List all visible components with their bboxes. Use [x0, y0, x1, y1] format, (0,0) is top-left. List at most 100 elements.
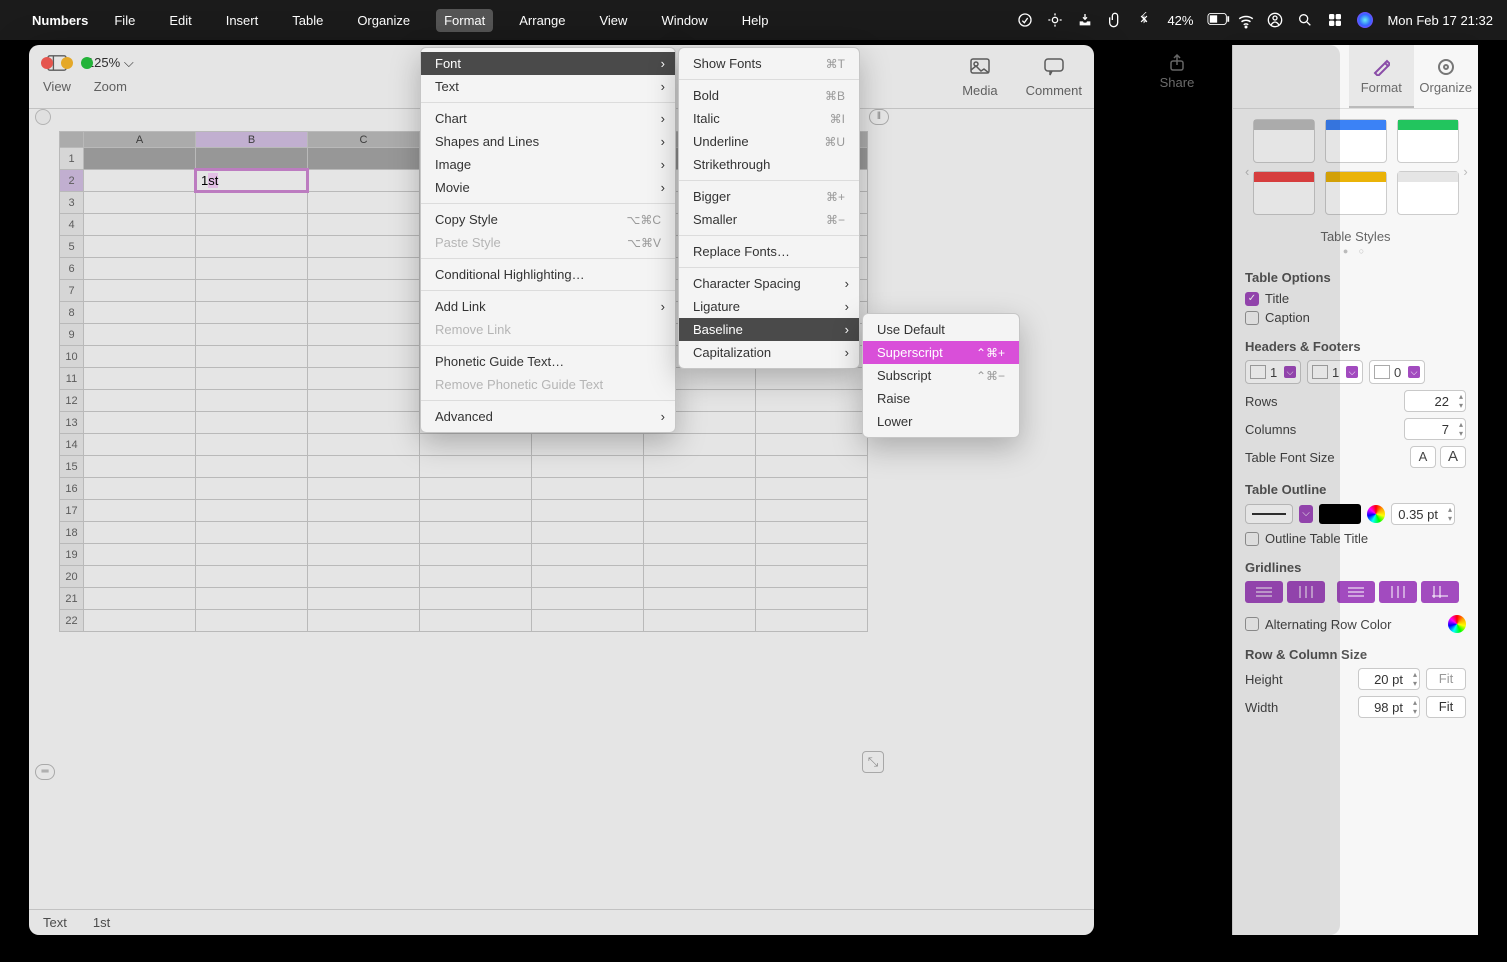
zoom-select[interactable]: 125% ⌵ — [87, 55, 134, 71]
baseline-submenu[interactable]: Use DefaultSuperscript⌃⌘+Subscript⌃⌘−Rai… — [862, 313, 1020, 438]
cell-C2[interactable] — [308, 170, 420, 192]
cell-A19[interactable] — [84, 544, 196, 566]
alt-row-checkbox[interactable] — [1245, 617, 1259, 631]
font-bigger[interactable]: A — [1440, 446, 1466, 468]
cell-F18[interactable] — [644, 522, 756, 544]
cell-A14[interactable] — [84, 434, 196, 456]
col-handle[interactable]: ‖ — [869, 109, 889, 125]
cell-G19[interactable] — [756, 544, 868, 566]
cell-G20[interactable] — [756, 566, 868, 588]
gridlines-footer[interactable] — [1421, 581, 1459, 603]
menu-item-advanced[interactable]: Advanced — [421, 405, 675, 428]
cell-A12[interactable] — [84, 390, 196, 412]
table-resize-handle[interactable]: ⤡ — [862, 751, 884, 773]
cell-D20[interactable] — [420, 566, 532, 588]
bluetooth-icon[interactable] — [1137, 12, 1153, 28]
menu-item-shapes-and-lines[interactable]: Shapes and Lines — [421, 130, 675, 153]
cell-D22[interactable] — [420, 610, 532, 632]
cell-B20[interactable] — [196, 566, 308, 588]
menu-item-image[interactable]: Image — [421, 153, 675, 176]
cell-B7[interactable] — [196, 280, 308, 302]
row-header-4[interactable]: 4 — [60, 214, 84, 236]
cell-D17[interactable] — [420, 500, 532, 522]
menu-item-chart[interactable]: Chart — [421, 107, 675, 130]
gridlines-body-h[interactable] — [1245, 581, 1283, 603]
menu-item-character-spacing[interactable]: Character Spacing — [679, 272, 859, 295]
cell-F21[interactable] — [644, 588, 756, 610]
cell-C13[interactable] — [308, 412, 420, 434]
battery-icon[interactable] — [1207, 12, 1223, 28]
cell-A15[interactable] — [84, 456, 196, 478]
cell-A5[interactable] — [84, 236, 196, 258]
cell-C14[interactable] — [308, 434, 420, 456]
cell-A4[interactable] — [84, 214, 196, 236]
title-checkbox[interactable]: ✓ — [1245, 292, 1259, 306]
menu-file[interactable]: File — [106, 9, 143, 32]
cell-A22[interactable] — [84, 610, 196, 632]
organize-tab[interactable]: Organize — [1414, 45, 1478, 108]
cell-E20[interactable] — [532, 566, 644, 588]
cell-C10[interactable] — [308, 346, 420, 368]
row-header-13[interactable]: 13 — [60, 412, 84, 434]
rows-stepper[interactable]: 22▴▾ — [1404, 390, 1466, 412]
cell-C4[interactable] — [308, 214, 420, 236]
outline-width[interactable]: 0.35 pt▴▾ — [1391, 503, 1455, 525]
footer-rows-control[interactable]: 0⌵ — [1369, 360, 1425, 384]
row-header-8[interactable]: 8 — [60, 302, 84, 324]
menu-table[interactable]: Table — [284, 9, 331, 32]
row-header-3[interactable]: 3 — [60, 192, 84, 214]
cell-G16[interactable] — [756, 478, 868, 500]
cell-F20[interactable] — [644, 566, 756, 588]
cell-F14[interactable] — [644, 434, 756, 456]
caption-checkbox[interactable] — [1245, 311, 1259, 325]
styles-prev[interactable]: ‹ — [1245, 164, 1249, 179]
outline-color-wheel[interactable] — [1367, 505, 1385, 523]
sync-icon[interactable] — [1047, 12, 1063, 28]
row-header-20[interactable]: 20 — [60, 566, 84, 588]
menu-item-lower[interactable]: Lower — [863, 410, 1019, 433]
format-menu[interactable]: FontTextChartShapes and LinesImageMovieC… — [420, 47, 676, 433]
menu-item-bigger[interactable]: Bigger⌘+ — [679, 185, 859, 208]
menu-item-raise[interactable]: Raise — [863, 387, 1019, 410]
cell-C3[interactable] — [308, 192, 420, 214]
cell-B11[interactable] — [196, 368, 308, 390]
width-stepper[interactable]: 98 pt▴▾ — [1358, 696, 1420, 718]
row-header-16[interactable]: 16 — [60, 478, 84, 500]
row-header-6[interactable]: 6 — [60, 258, 84, 280]
cell-C18[interactable] — [308, 522, 420, 544]
cell-A9[interactable] — [84, 324, 196, 346]
cell-D18[interactable] — [420, 522, 532, 544]
menu-item-subscript[interactable]: Subscript⌃⌘− — [863, 364, 1019, 387]
menu-item-capitalization[interactable]: Capitalization — [679, 341, 859, 364]
cell-C19[interactable] — [308, 544, 420, 566]
cell-G11[interactable] — [756, 368, 868, 390]
outline-style[interactable] — [1245, 504, 1293, 524]
menu-item-text[interactable]: Text — [421, 75, 675, 98]
menu-item-smaller[interactable]: Smaller⌘− — [679, 208, 859, 231]
cell-G14[interactable] — [756, 434, 868, 456]
cell-G12[interactable] — [756, 390, 868, 412]
gridlines-header-h[interactable] — [1337, 581, 1375, 603]
menu-format[interactable]: Format — [436, 9, 493, 32]
cell-C7[interactable] — [308, 280, 420, 302]
cell-C16[interactable] — [308, 478, 420, 500]
cell-B18[interactable] — [196, 522, 308, 544]
cell-G13[interactable] — [756, 412, 868, 434]
menu-insert[interactable]: Insert — [218, 9, 267, 32]
cell-A18[interactable] — [84, 522, 196, 544]
clock[interactable]: Mon Feb 17 21:32 — [1387, 13, 1493, 28]
style-page-dots[interactable]: ● ○ — [1245, 246, 1466, 256]
header-rows-control[interactable]: 1⌵ — [1245, 360, 1301, 384]
col-header-C[interactable]: C — [308, 132, 420, 148]
cell-A2[interactable] — [84, 170, 196, 192]
row-header-17[interactable]: 17 — [60, 500, 84, 522]
cell-B2[interactable]: 1st — [196, 170, 308, 192]
cell-F19[interactable] — [644, 544, 756, 566]
cell-E22[interactable] — [532, 610, 644, 632]
menu-item-replace-fonts-[interactable]: Replace Fonts… — [679, 240, 859, 263]
cell-A17[interactable] — [84, 500, 196, 522]
formula-value[interactable]: 1st — [93, 915, 110, 930]
cell-B14[interactable] — [196, 434, 308, 456]
cell-F17[interactable] — [644, 500, 756, 522]
height-stepper[interactable]: 20 pt▴▾ — [1358, 668, 1420, 690]
